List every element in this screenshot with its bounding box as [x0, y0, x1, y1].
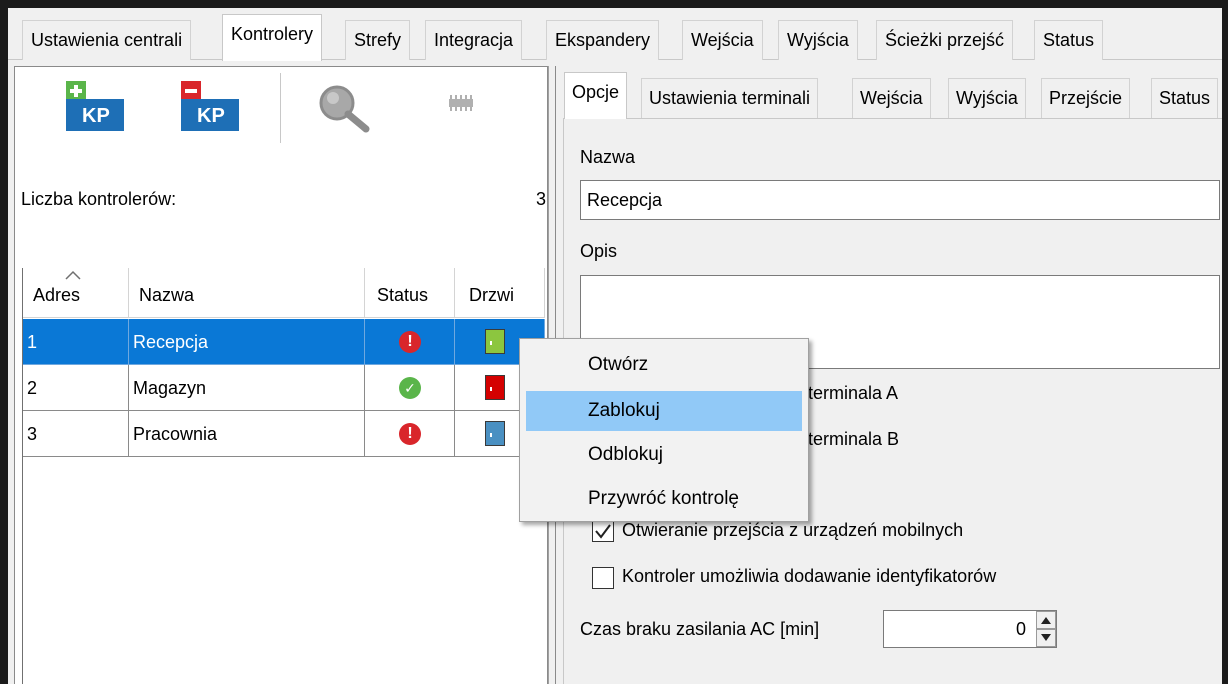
controller-count-label: Liczba kontrolerów: — [21, 189, 177, 209]
cell-name: Pracownia — [129, 411, 365, 457]
cell-name: Recepcja — [129, 319, 365, 365]
window-frame-left — [0, 0, 8, 684]
spin-down-button[interactable] — [1036, 629, 1056, 647]
tab-wyjscia[interactable]: Wyjścia — [778, 20, 858, 60]
remove-controller-button[interactable]: KP — [175, 79, 245, 141]
menu-item-otworz[interactable]: Otwórz — [526, 345, 802, 385]
device-button[interactable] — [443, 91, 479, 121]
name-field[interactable]: Recepcja — [580, 180, 1220, 220]
cell-address: 3 — [23, 411, 129, 457]
column-header-adres[interactable]: Adres — [23, 268, 129, 318]
allow-ids-label: Kontroler umożliwia dodawanie identyfika… — [622, 566, 997, 586]
mobile-open-label: Otwieranie przejścia z urządzeń mobilnyc… — [622, 520, 964, 540]
allow-ids-checkbox[interactable] — [592, 567, 614, 589]
door-closed-icon[interactable] — [485, 329, 505, 354]
add-keypad-icon — [66, 81, 86, 101]
ac-loss-time-label: Czas braku zasilania AC [min] — [580, 619, 820, 639]
mobile-open-checkbox[interactable] — [592, 520, 614, 542]
cell-status: ! — [365, 319, 455, 365]
terminal-b-label: terminala B — [808, 429, 900, 449]
sort-ascending-icon — [65, 270, 81, 280]
column-header-drzwi[interactable]: Drzwi — [455, 268, 545, 318]
tab-wejscia[interactable]: Wejścia — [682, 20, 763, 60]
description-field-label: Opis — [580, 241, 618, 261]
ac-loss-time-input[interactable]: 0 — [883, 610, 1057, 648]
cell-name: Magazyn — [129, 365, 365, 411]
name-field-label: Nazwa — [580, 147, 636, 167]
cell-address: 1 — [23, 319, 129, 365]
controllers-table: Adres Nazwa Status Drzwi 1 Recepcja ! 2 … — [22, 268, 547, 684]
table-row[interactable]: 1 Recepcja ! — [23, 319, 545, 365]
table-row[interactable]: 3 Pracownia ! — [23, 411, 545, 457]
keypad-badge: KP — [181, 99, 239, 131]
keypad-badge: KP — [66, 99, 124, 131]
door-context-menu: Otwórz Zablokuj Odblokuj Przywróć kontro… — [519, 338, 809, 522]
door-locked-icon[interactable] — [485, 375, 505, 400]
tab-kontrolery[interactable]: Kontrolery — [222, 14, 323, 61]
subtab-status[interactable]: Status — [1151, 78, 1219, 118]
cell-address: 2 — [23, 365, 129, 411]
triangle-down-icon — [1041, 634, 1051, 641]
tab-ekspandery[interactable]: Ekspandery — [546, 20, 660, 60]
menu-item-zablokuj[interactable]: Zablokuj — [526, 391, 802, 431]
checkmark-icon — [595, 524, 611, 539]
subtab-wejscia[interactable]: Wejścia — [852, 78, 931, 118]
subtab-opcje[interactable]: Opcje — [564, 72, 628, 119]
cell-status: ! — [365, 411, 455, 457]
subtab-ustawienia-terminali[interactable]: Ustawienia terminali — [641, 78, 819, 118]
ok-status-icon: ✓ — [399, 377, 421, 399]
table-row[interactable]: 2 Magazyn ✓ — [23, 365, 545, 411]
search-icon — [319, 85, 370, 133]
tab-ustawienia-centrali[interactable]: Ustawienia centrali — [22, 20, 192, 60]
subtab-przejscie[interactable]: Przejście — [1041, 78, 1131, 118]
controller-count-value: 3 — [536, 189, 547, 209]
toolbar-separator — [280, 73, 281, 143]
door-unlocked-icon[interactable] — [485, 421, 505, 446]
subtab-wyjscia[interactable]: Wyjścia — [948, 78, 1026, 118]
window-frame-top — [0, 0, 1228, 8]
window-frame-right — [1222, 0, 1228, 684]
spin-up-button[interactable] — [1036, 611, 1056, 629]
search-button[interactable] — [315, 81, 375, 137]
tab-integracja[interactable]: Integracja — [425, 20, 523, 60]
tab-status[interactable]: Status — [1034, 20, 1104, 60]
terminal-a-label: terminala A — [808, 383, 899, 403]
tab-strefy[interactable]: Strefy — [345, 20, 411, 60]
column-header-status[interactable]: Status — [365, 268, 455, 318]
error-status-icon: ! — [399, 331, 421, 353]
column-header-nazwa[interactable]: Nazwa — [129, 268, 365, 318]
add-controller-button[interactable]: KP — [57, 79, 127, 141]
menu-item-przywroc-kontrole[interactable]: Przywróć kontrolę — [526, 479, 802, 519]
triangle-up-icon — [1041, 617, 1051, 624]
remove-keypad-icon — [181, 81, 201, 101]
device-module-icon — [449, 95, 473, 111]
menu-item-odblokuj[interactable]: Odblokuj — [526, 435, 802, 475]
tab-sciezki-przejsc[interactable]: Ścieżki przejść — [876, 20, 1014, 60]
error-status-icon: ! — [399, 423, 421, 445]
cell-status: ✓ — [365, 365, 455, 411]
